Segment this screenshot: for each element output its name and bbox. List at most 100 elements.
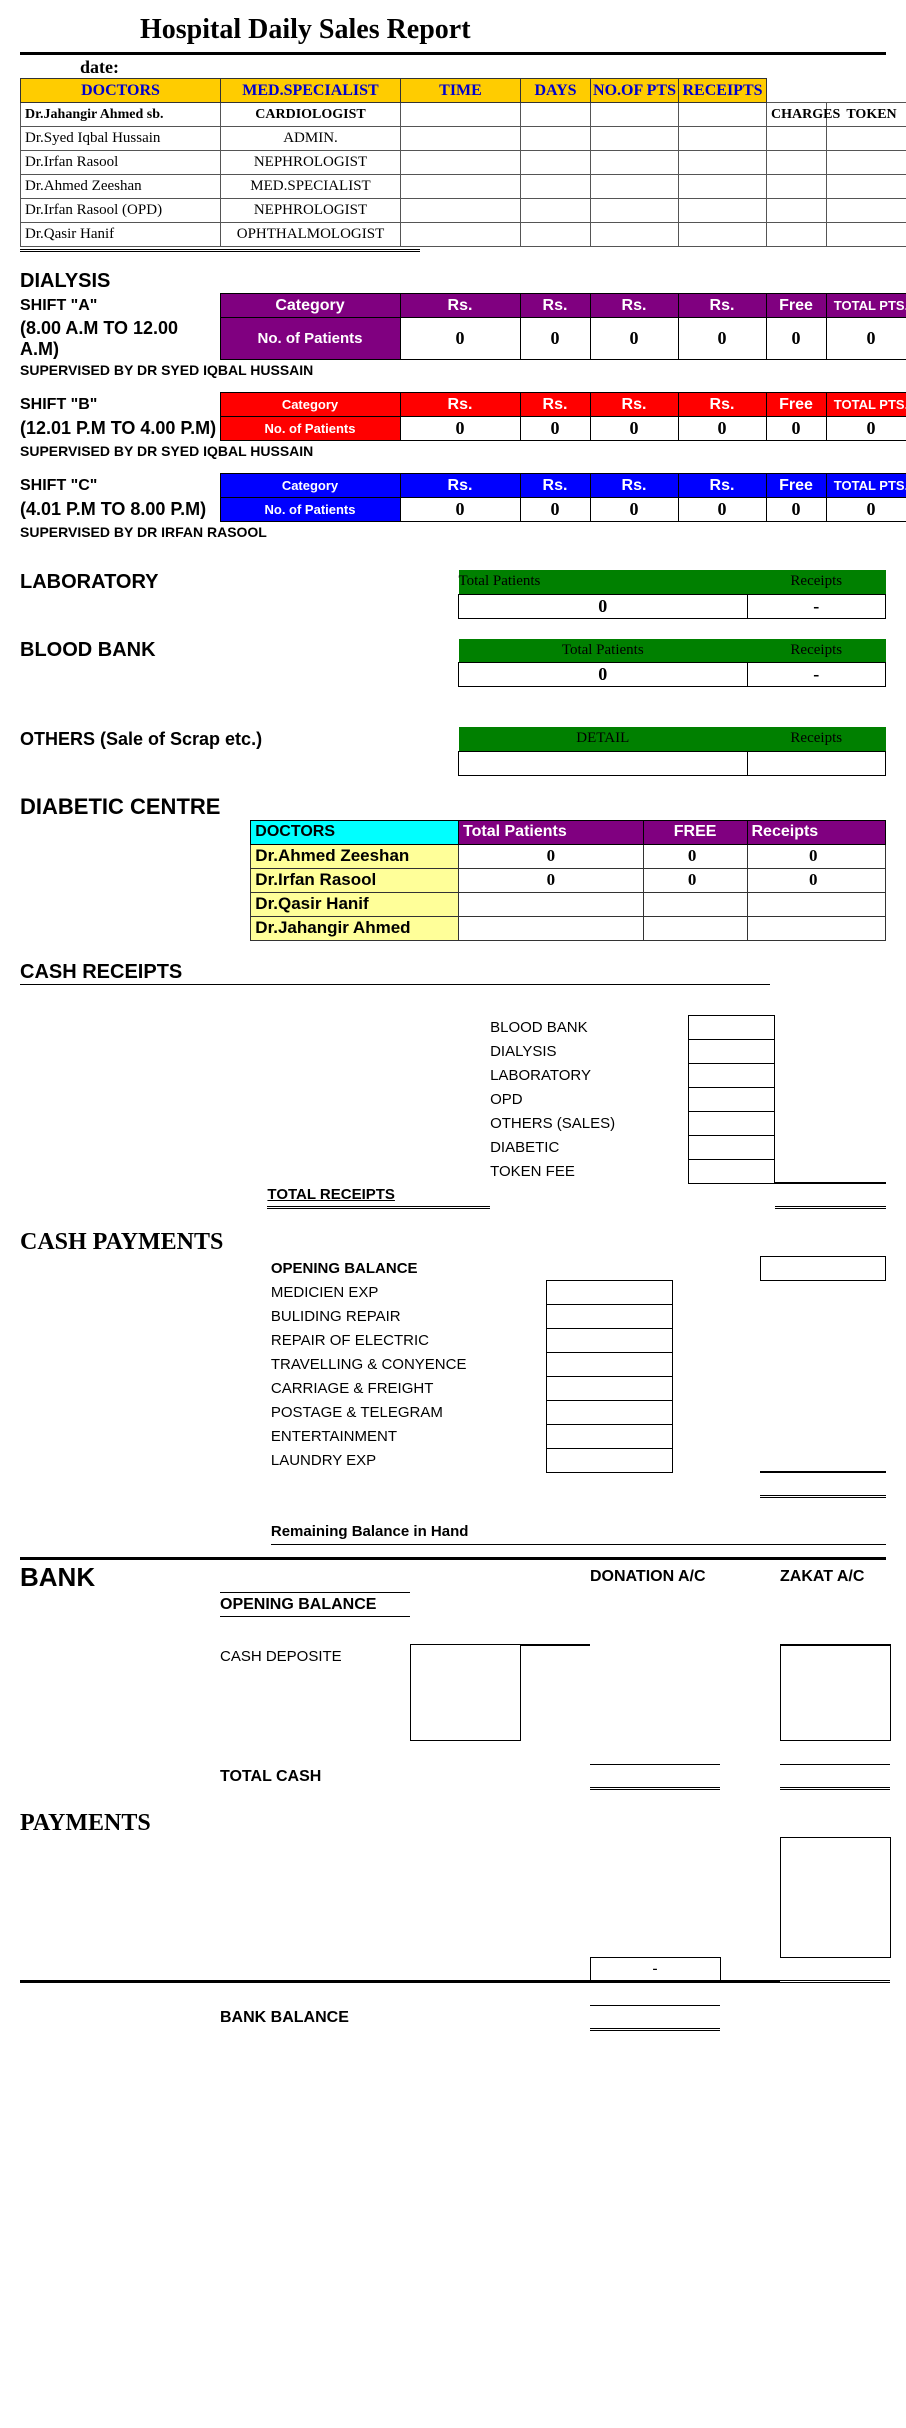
others-hdr-receipts: Receipts: [747, 727, 885, 751]
hdr-rec: RECEIPTS: [679, 79, 767, 103]
opening-balance-label: OPENING BALANCE: [271, 1256, 547, 1280]
dc-tp: [459, 892, 644, 916]
col-free: Free: [766, 294, 826, 318]
col-rs: Rs.: [520, 294, 590, 318]
nop-label: No. of Patients: [220, 417, 400, 441]
supervised-b: SUPERVISED BY DR SYED IQBAL HUSSAIN: [20, 443, 886, 459]
val: 0: [590, 498, 678, 522]
col-rs: Rs.: [400, 393, 520, 417]
bank-opening-label: OPENING BALANCE: [220, 1593, 410, 1617]
val: 0: [826, 318, 906, 360]
val: 0: [400, 498, 520, 522]
dc-tp: 0: [459, 844, 644, 868]
shift-a-table: SHIFT "A" Category Rs. Rs. Rs. Rs. Free …: [20, 293, 906, 360]
shift-b-label: SHIFT "B": [20, 393, 220, 417]
nop-label: No. of Patients: [220, 498, 400, 522]
cash-payments-title: CASH PAYMENTS: [20, 1229, 886, 1256]
col-rs: Rs.: [590, 393, 678, 417]
val: 0: [400, 318, 520, 360]
supervised-c: SUPERVISED BY DR IRFAN RASOOL: [20, 524, 886, 540]
col-rs: Rs.: [400, 474, 520, 498]
bank-balance-label: BANK BALANCE: [220, 2006, 410, 2030]
dc-hdr-rec: Receipts: [747, 820, 886, 844]
doc-name: Dr.Syed Iqbal Hussain: [21, 127, 221, 151]
col-total: TOTAL PTS.: [826, 294, 906, 318]
dc-tp: 0: [459, 868, 644, 892]
others-val-detail: [459, 751, 748, 775]
val: 0: [400, 417, 520, 441]
lab-val-patients: 0: [459, 594, 748, 618]
lab-hdr-patients: Total Patients: [459, 570, 748, 594]
payments-table: - BANK BALANCE: [20, 1837, 891, 2031]
diabetic-table: DOCTORS Total Patients FREE Receipts Dr.…: [20, 820, 886, 941]
val: 0: [678, 417, 766, 441]
val: 0: [520, 498, 590, 522]
cp-item: MEDICIEN EXP: [271, 1280, 547, 1304]
shift-a-time: (8.00 A.M TO 12.00 A.M): [20, 318, 220, 360]
remaining-balance-label: Remaining Balance in Hand: [271, 1520, 886, 1544]
doc-name: Dr.Ahmed Zeeshan: [21, 175, 221, 199]
payments-title: PAYMENTS: [20, 1810, 886, 1837]
cat-label: Category: [220, 294, 400, 318]
shift-c-table: SHIFT "C" Category Rs. Rs. Rs. Rs. Free …: [20, 473, 906, 522]
total-receipts-label: TOTAL RECEIPTS: [267, 1183, 490, 1207]
total-cash-label: TOTAL CASH: [220, 1765, 410, 1789]
cp-item: ENTERTAINMENT: [271, 1424, 547, 1448]
col-rs: Rs.: [590, 294, 678, 318]
cash-deposite-label: CASH DEPOSITE: [220, 1645, 410, 1669]
diabetic-title: DIABETIC CENTRE: [20, 794, 886, 820]
cp-item: TRAVELLING & CONYENCE: [271, 1352, 547, 1376]
hdr-charges: CHARGES: [767, 103, 827, 127]
date-label: date:: [80, 57, 886, 78]
dc-free: 0: [643, 844, 747, 868]
cp-item: REPAIR OF ELECTRIC: [271, 1328, 547, 1352]
dc-doctor: Dr.Qasir Hanif: [251, 892, 459, 916]
val: 0: [678, 498, 766, 522]
bank-title: BANK: [20, 1562, 220, 1593]
val: 0: [520, 318, 590, 360]
cp-item: CARRIAGE & FREIGHT: [271, 1376, 547, 1400]
hdr-spec: MED.SPECIALIST: [221, 79, 401, 103]
dc-rec: [747, 916, 886, 940]
cp-item: LAUNDRY EXP: [271, 1448, 547, 1472]
cash-receipts-table: BLOOD BANK DIALYSIS LABORATORY OPD OTHER…: [20, 1015, 886, 1209]
cr-item: LABORATORY: [490, 1063, 688, 1087]
others-table: OTHERS (Sale of Scrap etc.) DETAIL Recei…: [20, 727, 886, 776]
col-free: Free: [766, 393, 826, 417]
hdr-days: DAYS: [521, 79, 591, 103]
zakat-ac-label: ZAKAT A/C: [780, 1562, 890, 1593]
lab-table: LABORATORY Total Patients Receipts 0 -: [20, 570, 886, 619]
lab-hdr-receipts: Receipts: [747, 570, 885, 594]
dc-rec: [747, 892, 886, 916]
lab-title: LABORATORY: [20, 570, 251, 594]
doc-name: Dr.Qasir Hanif: [21, 223, 221, 247]
dialysis-title: DIALYSIS: [20, 270, 886, 293]
blood-hdr-patients: Total Patients: [459, 639, 748, 663]
doc-name: Dr.Irfan Rasool: [21, 151, 221, 175]
val: 0: [766, 417, 826, 441]
donation-ac-label: DONATION A/C: [590, 1562, 720, 1593]
blood-val-patients: 0: [459, 663, 748, 687]
doc-spec: CARDIOLOGIST: [221, 103, 401, 127]
doc-name: Dr.Irfan Rasool (OPD): [21, 199, 221, 223]
col-rs: Rs.: [400, 294, 520, 318]
shift-c-time: (4.01 P.M TO 8.00 P.M): [20, 498, 220, 522]
col-rs: Rs.: [520, 393, 590, 417]
dc-hdr-tp: Total Patients: [459, 820, 644, 844]
dc-tp: [459, 916, 644, 940]
dc-rec: 0: [747, 844, 886, 868]
col-rs: Rs.: [520, 474, 590, 498]
others-hdr-detail: DETAIL: [459, 727, 748, 751]
blood-table: BLOOD BANK Total Patients Receipts 0 -: [20, 639, 886, 688]
col-rs: Rs.: [678, 294, 766, 318]
doc-name: Dr.Jahangir Ahmed sb.: [21, 103, 221, 127]
dc-free: [643, 916, 747, 940]
bank-table: BANK DONATION A/C ZAKAT A/C OPENING BALA…: [20, 1562, 891, 1791]
supervised-a: SUPERVISED BY DR SYED IQBAL HUSSAIN: [20, 362, 886, 378]
cr-item: TOKEN FEE: [490, 1159, 688, 1183]
doc-spec: NEPHROLOGIST: [221, 199, 401, 223]
blood-title: BLOOD BANK: [20, 639, 251, 663]
nop-label: No. of Patients: [220, 318, 400, 360]
val: 0: [766, 318, 826, 360]
col-rs: Rs.: [678, 393, 766, 417]
